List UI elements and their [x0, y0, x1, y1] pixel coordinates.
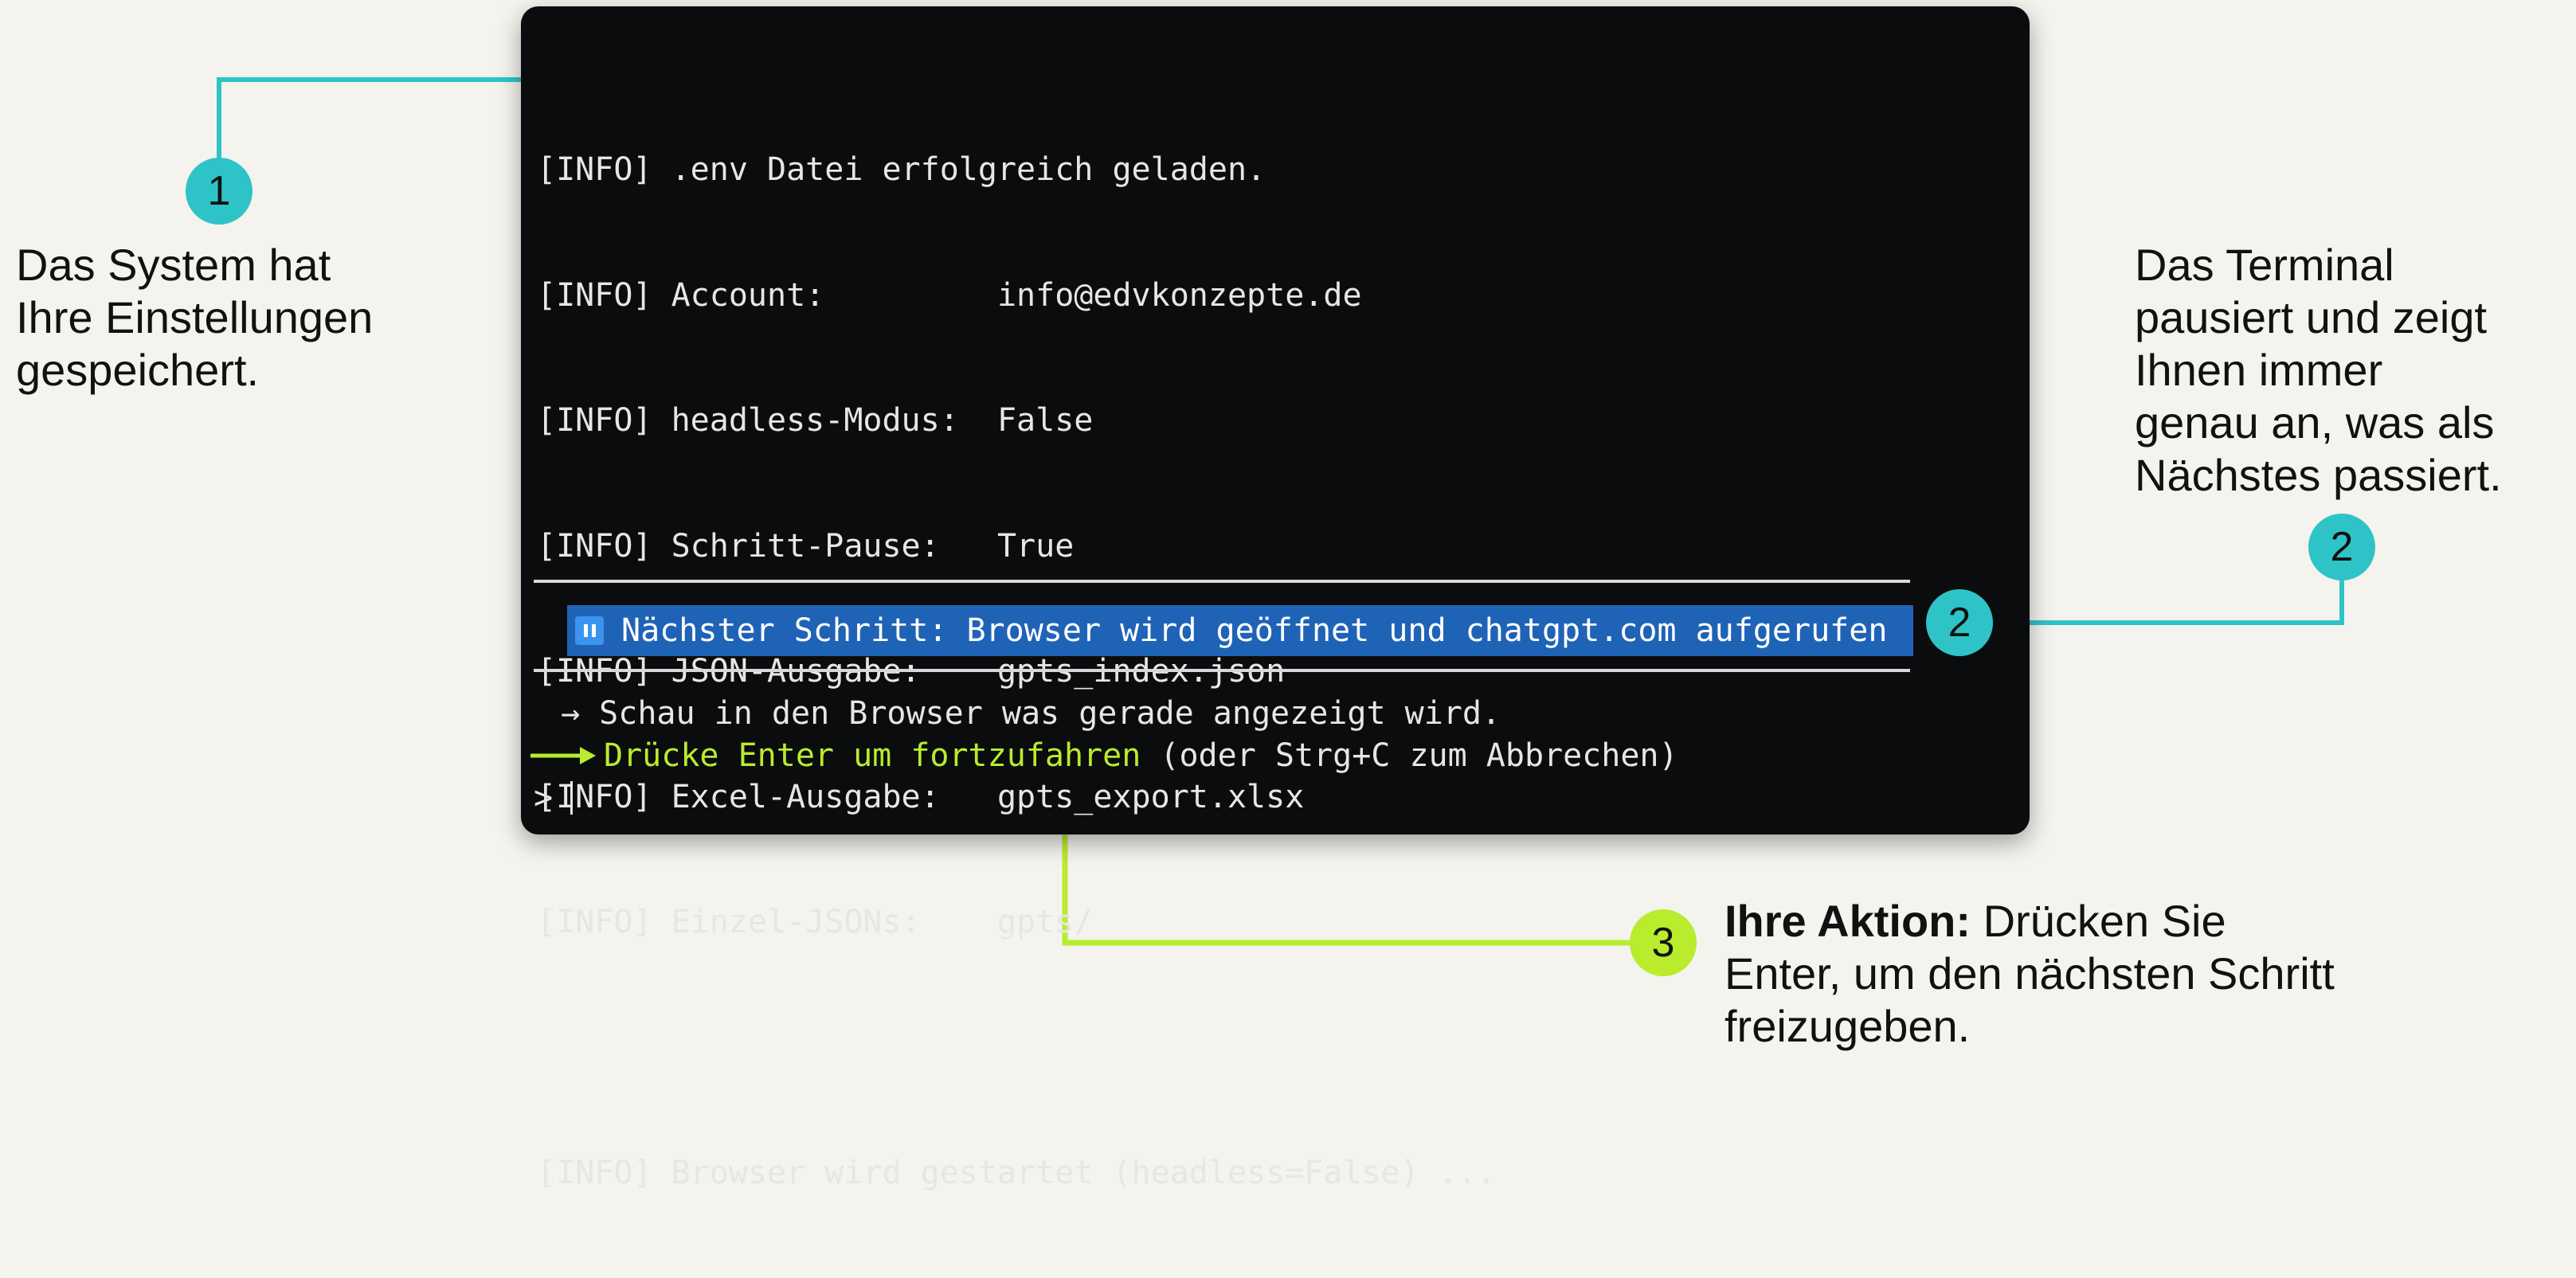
annotation-3-text: Ihre Aktion: Drücken Sie Enter, um den n… — [1725, 895, 2335, 1053]
log-line: [INFO] Browser wird gestartet (headless=… — [537, 1155, 1497, 1191]
annotation-line: Ihre Einstellungen — [16, 292, 374, 342]
prompt-alt: (oder Strg+C zum Abbrechen) — [1141, 737, 1678, 774]
annotation-2-text: Das Terminal pausiert und zeigt Ihnen im… — [2135, 239, 2502, 502]
annotation-line: Ihre Aktion: Drücken Sie — [1725, 895, 2335, 948]
annotation-line-rest: Drücken Sie — [1971, 896, 2226, 946]
text-cursor — [570, 781, 574, 815]
badge-3: 3 — [1630, 909, 1697, 976]
divider-top — [534, 580, 1910, 583]
annotation-line: freizugeben. — [1725, 1001, 1971, 1051]
annotation-1-text: Das System hat Ihre Einstellungen gespei… — [16, 239, 373, 397]
annotation-line: gespeichert. — [16, 345, 260, 395]
badge-2: 2 — [2308, 514, 2375, 580]
next-step-bar: Nächster Schritt: Browser wird geöffnet … — [567, 605, 1913, 656]
annotation-line: Ihnen immer — [2135, 345, 2383, 395]
next-step-text: Nächster Schritt: Browser wird geöffnet … — [621, 612, 1888, 649]
log-line: [INFO] Account: info@edvkonzepte.de — [537, 276, 1362, 314]
annotation-line: genau an, was als — [2135, 397, 2495, 447]
prompt-line: Drücke Enter um fortzufahren (oder Strg+… — [530, 735, 1678, 777]
connector-1 — [217, 77, 526, 159]
terminal-window: [INFO] .env Datei erfolgreich geladen. [… — [521, 6, 2030, 1191]
pause-icon — [575, 616, 604, 645]
badge-2-inline: 2 — [1926, 589, 1993, 656]
arrow-right-icon — [530, 747, 596, 765]
annotation-line: Das System hat — [16, 240, 331, 290]
annotation-line: Enter, um den nächsten Schritt — [1725, 948, 2335, 999]
input-line[interactable]: > — [534, 777, 574, 819]
annotation-line: Das Terminal — [2135, 240, 2394, 290]
annotation-bold-prefix: Ihre Aktion: — [1725, 896, 1971, 946]
log-line: [INFO] Schritt-Pause: True — [537, 527, 1075, 565]
log-line: [INFO] .env Datei erfolgreich geladen. — [537, 151, 1266, 188]
instruction-text: → Schau in den Browser was gerade angeze… — [561, 695, 1501, 732]
prompt-symbol: > — [534, 780, 554, 816]
divider-bottom — [534, 669, 1910, 672]
annotation-line: Nächstes passiert. — [2135, 450, 2502, 500]
log-line: [INFO] Einzel-JSONs: gpts/ — [537, 904, 1094, 940]
log-line: [INFO] Excel-Ausgabe: gpts_export.xlsx — [537, 778, 1305, 815]
badge-1: 1 — [186, 158, 253, 225]
prompt-action: Drücke Enter um fortzufahren — [604, 737, 1141, 774]
connector-2 — [1991, 572, 2344, 625]
annotation-line: pausiert und zeigt — [2135, 292, 2488, 342]
log-line: [INFO] headless-Modus: False — [537, 402, 1094, 439]
